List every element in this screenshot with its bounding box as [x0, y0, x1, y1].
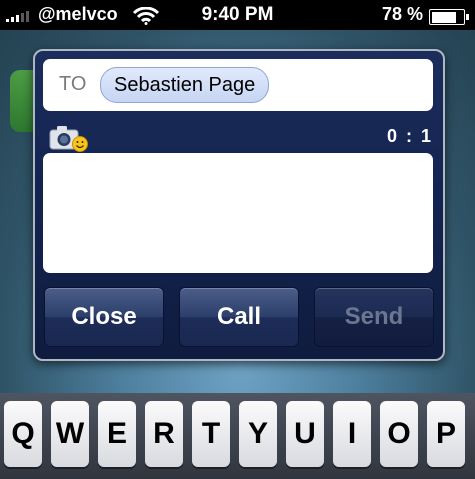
call-button[interactable]: Call: [179, 287, 299, 347]
keyboard-row-top: QWERTYUIOP: [4, 401, 465, 467]
key-q[interactable]: Q: [4, 401, 42, 467]
battery-percent: 78 %: [381, 4, 423, 24]
key-t[interactable]: T: [192, 401, 230, 467]
status-bar: @melvco 9:40 PM 78 %: [0, 0, 475, 30]
close-button[interactable]: Close: [44, 287, 164, 347]
camera-icon[interactable]: [49, 123, 89, 153]
key-i[interactable]: I: [333, 401, 371, 467]
battery-icon: [429, 9, 469, 25]
key-w[interactable]: W: [51, 401, 89, 467]
recipient-field[interactable]: TO Sebastien Page: [43, 59, 433, 111]
recipient-chip[interactable]: Sebastien Page: [100, 67, 270, 103]
key-y[interactable]: Y: [239, 401, 277, 467]
key-r[interactable]: R: [145, 401, 183, 467]
message-input[interactable]: [43, 153, 433, 273]
to-label: TO: [59, 73, 87, 95]
key-p[interactable]: P: [427, 401, 465, 467]
key-e[interactable]: E: [98, 401, 136, 467]
key-u[interactable]: U: [286, 401, 324, 467]
send-button[interactable]: Send: [314, 287, 434, 347]
key-o[interactable]: O: [380, 401, 418, 467]
keyboard: QWERTYUIOP: [0, 393, 475, 479]
quick-reply-popup: TO Sebastien Page 0 : 1 Close Call Send: [33, 49, 445, 361]
character-counter: 0 : 1: [386, 126, 433, 146]
